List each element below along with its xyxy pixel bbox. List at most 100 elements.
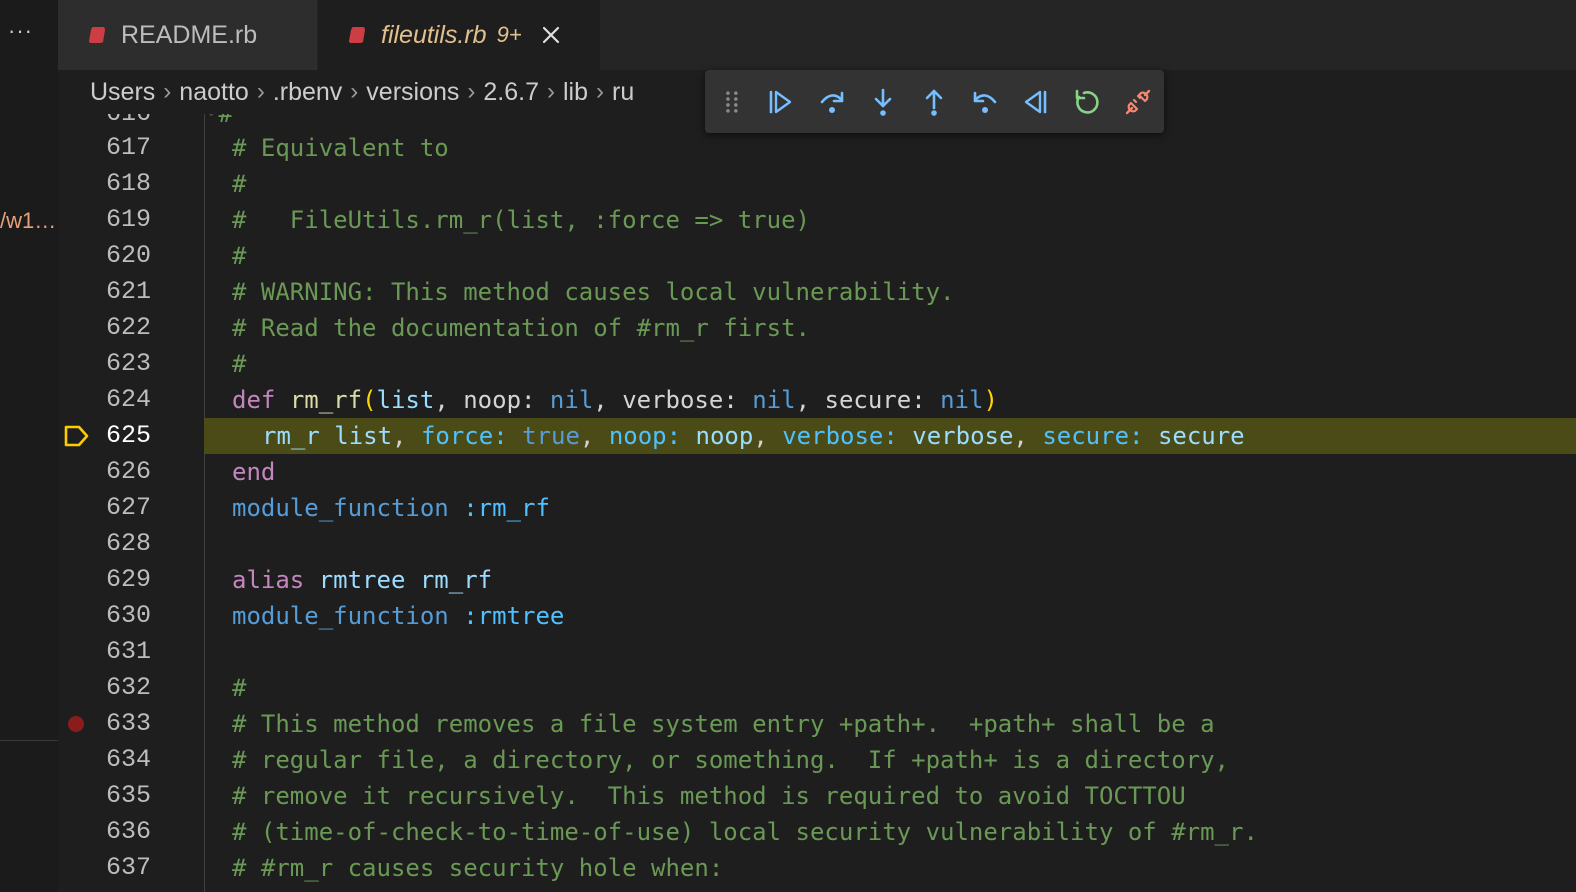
code-line[interactable]: 633 # This method removes a file system … (58, 706, 1576, 742)
line-code: # (232, 170, 247, 198)
breadcrumb-item[interactable]: Users (90, 78, 155, 107)
line-code: # WARNING: This method causes local vuln… (232, 278, 955, 306)
chevron-right-icon: › (256, 78, 265, 105)
line-number: 621 (105, 277, 151, 306)
line-code: # remove it recursively. This method is … (232, 782, 1186, 810)
reverse-continue-button[interactable] (1011, 76, 1062, 128)
code-line[interactable]: 624 def rm_rf(list, noop: nil, verbose: … (58, 382, 1576, 418)
ruby-file-icon (89, 27, 105, 43)
code-line[interactable]: 617 # Equivalent to (58, 130, 1576, 166)
code-line[interactable]: 634 # regular file, a directory, or some… (58, 742, 1576, 778)
code-line[interactable]: 626 end (58, 454, 1576, 490)
close-icon[interactable] (540, 24, 562, 46)
step-back-button[interactable] (959, 76, 1010, 128)
line-number: 625 (105, 421, 151, 450)
line-number: 619 (105, 205, 151, 234)
editor-tab-bar: README.rb fileutils.rb 9+ (58, 0, 1576, 70)
code-line[interactable]: 629 alias rmtree rm_rf (58, 562, 1576, 598)
reverse-continue-icon (1024, 90, 1047, 113)
code-line[interactable]: 636 # (time-of-check-to-time-of-use) loc… (58, 814, 1576, 850)
disconnect-icon (1126, 89, 1151, 114)
line-code: def rm_rf(list, noop: nil, verbose: nil,… (232, 386, 998, 414)
code-line[interactable]: 622 # Read the documentation of #rm_r fi… (58, 310, 1576, 346)
line-number: 630 (105, 601, 151, 630)
step-out-button[interactable] (908, 76, 959, 128)
line-code: # (232, 350, 247, 378)
continue-button[interactable] (755, 76, 806, 128)
step-into-button[interactable] (857, 76, 908, 128)
line-number: 629 (105, 565, 151, 594)
code-line[interactable]: 623 # (58, 346, 1576, 382)
line-code: alias rmtree rm_rf (232, 566, 493, 594)
disconnect-button[interactable] (1113, 76, 1164, 128)
step-back-icon (973, 91, 997, 113)
ruby-file-icon (349, 27, 365, 43)
code-line[interactable]: 630 module_function :rmtree (58, 598, 1576, 634)
line-code: # Equivalent to (232, 134, 449, 162)
line-code: module_function :rm_rf (232, 494, 550, 522)
tab-label: README.rb (121, 20, 258, 49)
code-line[interactable]: 620 # (58, 238, 1576, 274)
chevron-right-icon: › (467, 78, 476, 105)
line-number: 618 (105, 169, 151, 198)
breadcrumb-item[interactable]: .rbenv (273, 78, 342, 107)
line-number: 620 (105, 241, 151, 270)
tab-readme[interactable]: README.rb (58, 0, 318, 70)
line-code: # FileUtils.rm_r(list, :force => true) (232, 206, 810, 234)
line-code: # This method removes a file system entr… (232, 710, 1215, 738)
step-over-button[interactable] (806, 76, 857, 128)
line-number: 632 (105, 673, 151, 702)
line-number: 631 (105, 637, 151, 666)
line-code: end (232, 458, 276, 486)
code-line[interactable]: 637 # #rm_r causes security hole when: (58, 850, 1576, 886)
line-number: 628 (105, 529, 151, 558)
debug-toolbar (705, 70, 1164, 133)
code-line[interactable]: 632 # (58, 670, 1576, 706)
line-code: # (time-of-check-to-time-of-use) local s… (232, 818, 1258, 846)
step-over-icon (820, 91, 843, 113)
tab-label: fileutils.rb (381, 20, 487, 49)
line-number: 637 (105, 853, 151, 882)
chevron-right-icon: › (163, 78, 172, 105)
line-number: 636 (105, 817, 151, 846)
line-number: 633 (105, 709, 151, 738)
line-code: # #rm_r causes security hole when: (232, 854, 724, 882)
code-line[interactable]: 628 (58, 526, 1576, 562)
code-line[interactable]: 635 # remove it recursively. This method… (58, 778, 1576, 814)
line-number: 626 (105, 457, 151, 486)
restart-button[interactable] (1062, 76, 1113, 128)
breadcrumb-item[interactable]: naotto (179, 78, 249, 107)
line-code: # (232, 242, 247, 270)
more-actions-icon[interactable]: ··· (8, 18, 33, 44)
code-editor[interactable]: 616 ·# 617 # Equivalent to 618 # 619 # F… (58, 114, 1576, 892)
breadcrumb-item[interactable]: 2.6.7 (483, 78, 539, 107)
line-number: 635 (105, 781, 151, 810)
breadcrumb-item[interactable]: versions (366, 78, 459, 107)
code-line[interactable]: 631 (58, 634, 1576, 670)
breadcrumb-item[interactable]: lib (563, 78, 588, 107)
code-line[interactable]: 627 module_function :rm_rf (58, 490, 1576, 526)
restart-icon (1075, 89, 1099, 114)
panel-path-fragment[interactable]: /w1… (0, 208, 56, 234)
step-out-icon (925, 89, 943, 116)
line-number: 623 (105, 349, 151, 378)
drag-handle-icon[interactable] (725, 89, 739, 115)
line-code: module_function :rmtree (232, 602, 565, 630)
line-number: 627 (105, 493, 151, 522)
code-line[interactable]: 621 # WARNING: This method causes local … (58, 274, 1576, 310)
chevron-right-icon: › (547, 78, 555, 105)
code-line[interactable]: 618 # (58, 166, 1576, 202)
breadcrumb-item[interactable]: ru (612, 78, 634, 107)
problems-badge: 9+ (496, 22, 522, 47)
line-number: 617 (105, 133, 151, 162)
continue-icon (770, 90, 792, 113)
line-code: rm_r list, force: true, noop: noop, verb… (262, 422, 1245, 450)
chevron-right-icon: › (596, 78, 605, 105)
current-line[interactable]: 625 rm_r list, force: true, noop: noop, … (58, 418, 1576, 454)
code-line[interactable]: 619 # FileUtils.rm_r(list, :force => tru… (58, 202, 1576, 238)
line-code: # regular file, a directory, or somethin… (232, 746, 1229, 774)
side-panel: ··· /w1… (0, 0, 58, 892)
line-number: 634 (105, 745, 151, 774)
tab-fileutils[interactable]: fileutils.rb 9+ (318, 0, 600, 70)
line-code: # (232, 674, 247, 702)
